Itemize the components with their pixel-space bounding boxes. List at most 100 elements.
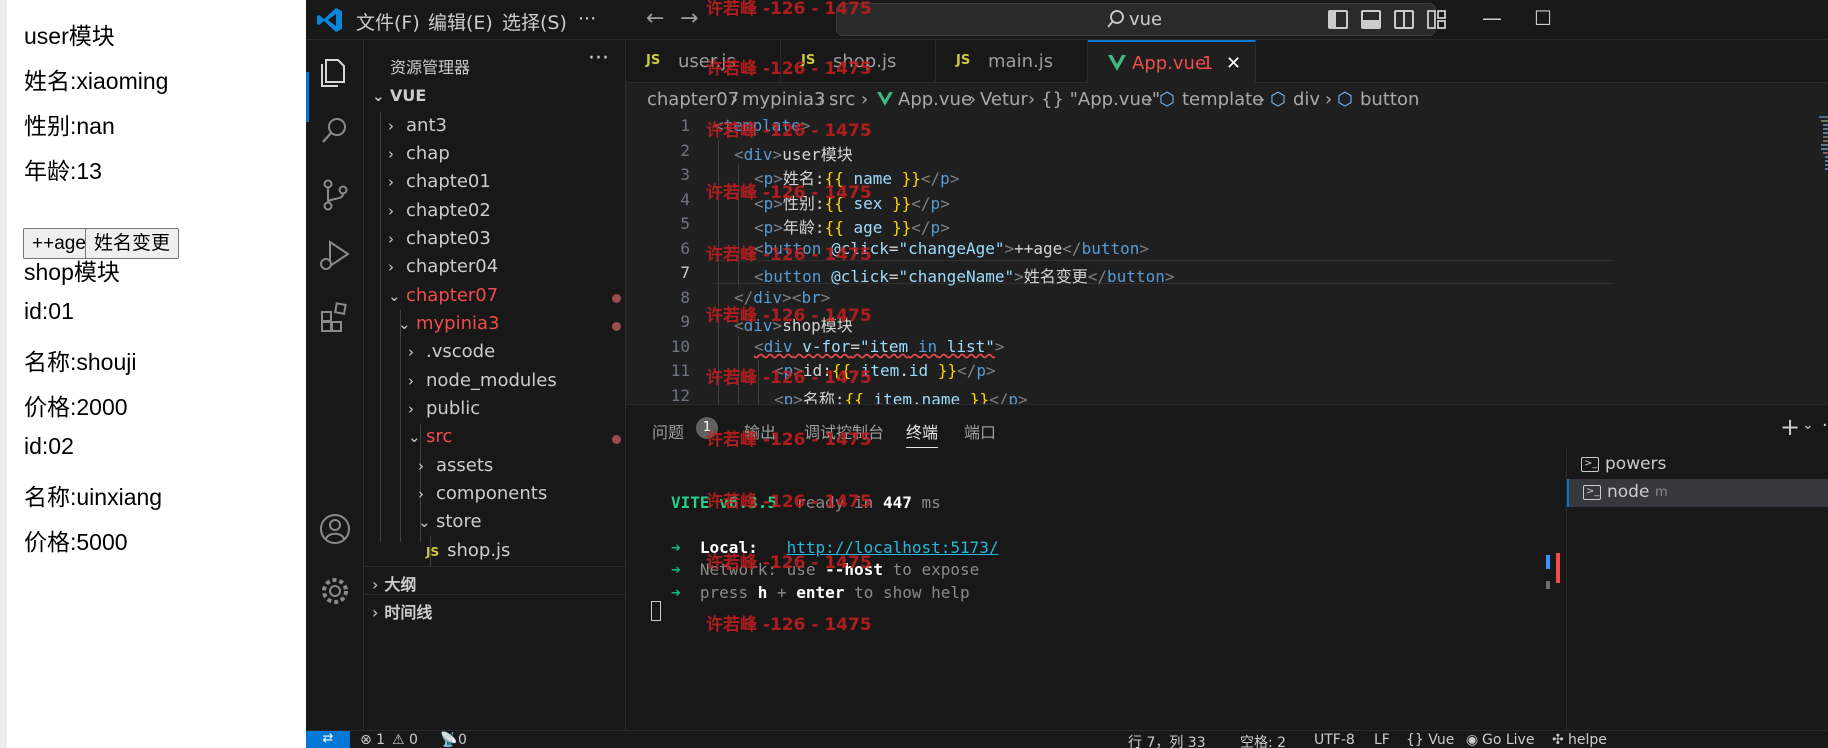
source-control-icon[interactable] (316, 176, 354, 214)
status-language[interactable]: {} Vue (1406, 732, 1454, 748)
toggle-sidebar-icon[interactable] (1328, 10, 1348, 29)
chevron-down-icon[interactable]: ⌄ (1802, 417, 1814, 433)
forward-arrow-icon[interactable]: → (680, 6, 698, 31)
status-eol[interactable]: LF (1374, 732, 1390, 748)
vscode-window: 文件(F) 编辑(E) 选择(S) ··· ← → vue — ☐ 资源管理器 … (306, 0, 1828, 748)
tab-app-vue[interactable]: App.vue 1 ✕ (1088, 40, 1256, 83)
breadcrumb-item[interactable]: App.vue (898, 89, 972, 110)
extensions-icon[interactable] (316, 298, 354, 336)
js-file-icon: JS (646, 53, 661, 68)
explorer-title: 资源管理器 (390, 58, 471, 77)
tree-folder-chapter04[interactable]: › chapter04 (388, 256, 498, 284)
line-number: 9 (680, 312, 690, 331)
breadcrumb-item[interactable]: Vetur (980, 89, 1028, 110)
terminal-item-node[interactable]: >_ node m (1567, 479, 1828, 507)
tree-file-shop-js[interactable]: JS shop.js (426, 540, 510, 568)
status-indentation[interactable]: 空格: 2 (1240, 732, 1286, 748)
more-actions-icon[interactable]: ··· (1822, 415, 1828, 436)
panel-tab-terminal[interactable]: 终端 (906, 419, 939, 448)
go-live-icon[interactable]: ◉ (1466, 732, 1478, 748)
run-debug-icon[interactable] (316, 236, 354, 274)
toggle-secondary-sidebar-icon[interactable] (1394, 10, 1414, 29)
tree-folder-mypinia3[interactable]: ⌄ mypinia3 (398, 313, 500, 341)
menu-selection[interactable]: 选择(S) (502, 8, 567, 35)
status-helper[interactable]: helpe (1568, 732, 1607, 748)
tree-folder-ant3[interactable]: › ant3 (388, 115, 447, 143)
explorer-icon[interactable] (316, 52, 354, 90)
breadcrumb-item[interactable]: {} "App.vue" (1041, 89, 1160, 110)
terminal-cursor (651, 601, 661, 621)
tree-folder-components[interactable]: › components (418, 483, 547, 511)
status-errors[interactable]: ⊗ 1 (360, 732, 385, 748)
panel-tab-debug-console[interactable]: 调试控制台 (804, 419, 884, 443)
tree-folder-vscode[interactable]: › .vscode (408, 341, 495, 369)
puzzle-icon[interactable]: ✣ (1552, 732, 1564, 748)
tree-folder-node-modules[interactable]: › node_modules (408, 370, 557, 398)
line-number: 10 (670, 337, 690, 356)
panel-tab-output[interactable]: 输出 (744, 419, 776, 443)
tree-folder-chap[interactable]: › chap (388, 143, 450, 171)
menu-file[interactable]: 文件(F) (356, 8, 420, 35)
terminal-line-help: ➜ press h + enter to show help (671, 583, 970, 602)
tree-folder-store[interactable]: ⌄ store (418, 511, 482, 539)
code-editor[interactable]: 1 2 3 4 5 6 7 8 9 10 11 12 <template> <d… (626, 114, 1828, 404)
search-icon[interactable] (316, 112, 354, 150)
indent-guide (738, 164, 739, 286)
broadcast-icon[interactable]: 📡 (440, 732, 457, 748)
menu-more[interactable]: ··· (578, 8, 596, 30)
js-file-icon: JS (426, 545, 440, 559)
tree-folder-chapte02[interactable]: › chapte02 (388, 200, 491, 228)
tree-folder-src[interactable]: ⌄ src (408, 426, 452, 454)
terminal-icon: >_ (1581, 457, 1599, 472)
item-price: 价格:5000 (24, 529, 128, 555)
menu-edit[interactable]: 编辑(E) (428, 8, 493, 35)
status-go-live[interactable]: Go Live (1482, 732, 1534, 748)
item-price: 价格:2000 (24, 394, 128, 420)
account-icon[interactable] (316, 510, 354, 548)
tree-folder-chapte01[interactable]: › chapte01 (388, 171, 491, 199)
tab-main-js[interactable]: JS main.js (936, 40, 1088, 83)
item-name: 名称:uinxiang (24, 484, 163, 510)
breadcrumb-item[interactable]: button (1360, 89, 1419, 110)
terminal-item-powershell[interactable]: >_ powers (1567, 451, 1828, 479)
tree-folder-chapter07[interactable]: ⌄ chapter07 (388, 285, 498, 313)
toggle-panel-icon[interactable] (1361, 10, 1381, 29)
maximize-icon[interactable]: ☐ (1534, 6, 1552, 30)
line-number: 7 (680, 263, 690, 282)
minimize-icon[interactable]: — (1482, 6, 1502, 30)
cube-icon: ⬡ (1337, 89, 1353, 110)
close-tab-icon[interactable]: ✕ (1226, 53, 1241, 74)
tab-shop-js[interactable]: JS shop.js (781, 40, 936, 83)
back-arrow-icon[interactable]: ← (646, 6, 664, 31)
tree-folder-public[interactable]: › public (408, 398, 480, 426)
panel-tab-problems[interactable]: 问题 (652, 419, 684, 443)
explorer-root[interactable]: ⌄ VUE (372, 86, 426, 114)
status-warnings[interactable]: ⚠ 0 (392, 732, 418, 748)
minimap[interactable] (1819, 114, 1828, 184)
status-encoding[interactable]: UTF-8 (1314, 732, 1355, 748)
timeline-section[interactable]: › 时间线 (364, 594, 626, 622)
settings-gear-icon[interactable] (316, 572, 354, 610)
breadcrumb-item[interactable]: src (829, 89, 855, 110)
outline-section[interactable]: › 大纲 (364, 566, 626, 594)
breadcrumb-item[interactable]: template (1182, 89, 1263, 110)
breadcrumb-item[interactable]: mypinia3 (742, 89, 826, 110)
remote-indicator-icon[interactable]: ⇄ (306, 731, 350, 748)
code-line: <div>shop模块 (734, 316, 853, 335)
tree-folder-chapte03[interactable]: › chapte03 (388, 228, 491, 256)
status-ports[interactable]: 0 (458, 732, 467, 748)
bottom-panel: 问题 1 输出 调试控制台 终端 端口 + ⌄ ··· VITE v6.3.5 … (626, 404, 1828, 731)
panel-tab-ports[interactable]: 端口 (964, 419, 996, 443)
breadcrumb-item[interactable]: chapter07 (647, 89, 739, 110)
line-number: 12 (670, 386, 690, 404)
explorer-sidebar: 资源管理器 ··· ⌄ VUE › ant3 › chap › chapte01 › ch… (364, 40, 626, 730)
tree-folder-assets[interactable]: › assets (418, 455, 493, 483)
new-terminal-icon[interactable]: + (1780, 413, 1800, 441)
indent-guide (758, 360, 759, 404)
status-cursor-position[interactable]: 行 7，列 33 (1128, 732, 1206, 748)
customize-layout-icon[interactable] (1427, 10, 1447, 29)
localhost-link[interactable]: http://localhost:5173/ (787, 538, 999, 557)
breadcrumb-item[interactable]: div (1293, 89, 1320, 110)
explorer-more-icon[interactable]: ··· (588, 46, 609, 71)
tab-user-js[interactable]: JS user.js (626, 40, 781, 83)
